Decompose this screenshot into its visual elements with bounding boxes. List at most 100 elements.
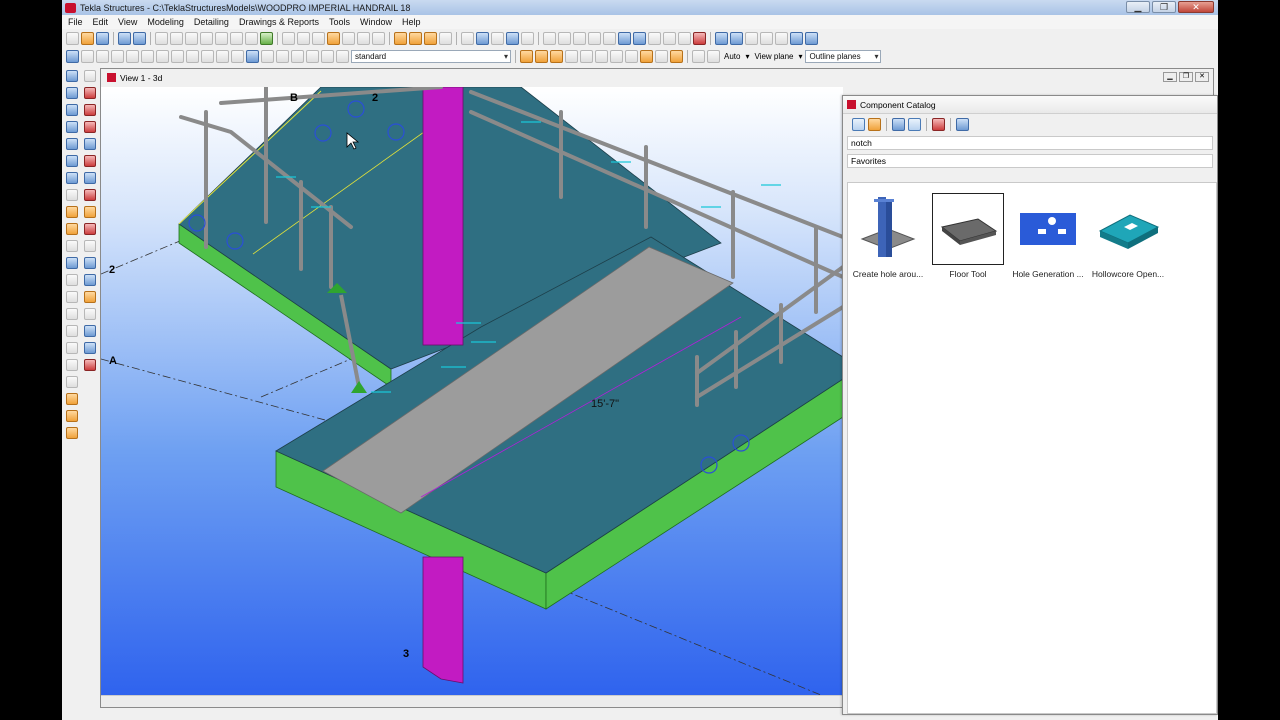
create-bent-plate-icon[interactable] [84,121,96,133]
select-welds-switch-icon[interactable] [171,50,184,63]
create-bolts-icon[interactable] [66,189,78,201]
zoom-icon[interactable] [663,32,676,45]
create-strand-icon[interactable] [66,308,78,320]
snap-override-icon[interactable] [692,50,705,63]
create-twin-profile-icon[interactable] [84,104,96,116]
select-parts-icon[interactable] [170,32,183,45]
create-phase-icon[interactable] [66,427,78,439]
measure-icon[interactable] [521,32,534,45]
menu-tools[interactable]: Tools [329,17,350,27]
select-welds-icon[interactable] [215,32,228,45]
redo-icon[interactable] [133,32,146,45]
close-button[interactable]: ✕ [1178,1,1214,13]
paste-icon[interactable] [357,32,370,45]
create-column-icon[interactable] [66,70,78,82]
pan-icon[interactable] [678,32,691,45]
create-curved-beam-icon[interactable] [84,87,96,99]
snap-grid-icon[interactable] [461,32,474,45]
create-folded-plate-icon[interactable] [66,138,78,150]
snap-depth-icon[interactable] [707,50,720,63]
menu-edit[interactable]: Edit [93,17,109,27]
snap-perpendicular-icon[interactable] [625,50,638,63]
chamfer-icon[interactable] [84,240,96,252]
plane-select[interactable]: View plane [752,52,803,61]
organizer-icon[interactable] [760,32,773,45]
create-beam-icon[interactable] [84,70,96,82]
construction-circle-icon[interactable] [603,32,616,45]
document-manager-icon[interactable] [745,32,758,45]
select-views-icon[interactable] [245,32,258,45]
create-component-icon[interactable] [66,410,78,422]
spelling-icon[interactable] [932,117,945,131]
catalog-group-field[interactable]: Favorites [847,154,1213,168]
catalog-item[interactable]: Create hole arou... [852,193,924,279]
handle-arrow[interactable] [351,381,367,393]
snap-nearest-icon[interactable] [550,50,563,63]
create-surface-treatment-icon[interactable] [66,274,78,286]
catalog-item[interactable]: Floor Tool [932,193,1004,279]
select-grid-lines-switch-icon[interactable] [156,50,169,63]
select-objects-in-assemblies-icon[interactable] [261,50,274,63]
undo-icon[interactable] [118,32,131,45]
3d-model-viewport[interactable]: 15'-7" B 2 2 A 3 [101,87,843,695]
create-orthogonal-beam-icon[interactable] [66,104,78,116]
create-rebar-icon[interactable] [84,274,96,286]
window-split-icon[interactable] [297,32,310,45]
work-plane-icon[interactable] [573,32,586,45]
select-all-icon[interactable] [155,32,168,45]
snap-any-position-icon[interactable] [655,50,668,63]
create-concrete-beam-icon[interactable] [84,172,96,184]
view-close-button[interactable]: ✕ [1195,72,1209,82]
select-pour-icon[interactable] [291,50,304,63]
clash-check-icon[interactable] [775,32,788,45]
create-rebar-splice-icon[interactable] [84,308,96,320]
copy-icon[interactable] [342,32,355,45]
create-line-cut-icon[interactable] [66,223,78,235]
maximize-button[interactable]: ❐ [1152,1,1176,13]
create-strip-footing-icon[interactable] [84,155,96,167]
select-views-switch-icon[interactable] [201,50,214,63]
snap-free-icon[interactable] [670,50,683,63]
combine-icon[interactable] [84,257,96,269]
menu-help[interactable]: Help [402,17,421,27]
menu-file[interactable]: File [68,17,83,27]
fit-part-end-icon[interactable] [66,240,78,252]
snap-reference-lines-icon[interactable] [520,50,533,63]
window-icon[interactable] [282,32,295,45]
new-model-icon[interactable] [66,32,79,45]
snap-points-icon[interactable] [491,32,504,45]
catalog-item[interactable]: Hollowcore Open... [1092,193,1164,279]
help-icon[interactable] [805,32,818,45]
create-wind-load-icon[interactable] [66,359,78,371]
macros-icon[interactable] [715,32,728,45]
report-icon[interactable] [439,32,452,45]
create-area-load-icon[interactable] [66,342,78,354]
select-points-switch-icon[interactable] [126,50,139,63]
selection-filter-select[interactable]: standard [351,50,511,63]
numbering-icon[interactable] [424,32,437,45]
catalog-item[interactable]: Hole Generation ... [1012,193,1084,279]
view-icon[interactable] [618,32,631,45]
catalog-search-input[interactable]: notch [847,136,1213,150]
create-node-icon[interactable] [66,376,78,388]
create-polygon-cut-icon[interactable] [84,223,96,235]
menu-view[interactable]: View [118,17,137,27]
select-points-icon[interactable] [200,32,213,45]
create-line-load-icon[interactable] [84,325,96,337]
move-icon[interactable] [372,32,385,45]
select-reference-switch-icon[interactable] [231,50,244,63]
select-bolts-switch-icon[interactable] [216,50,229,63]
create-polybeam-icon[interactable] [66,87,78,99]
split-icon[interactable] [66,257,78,269]
select-parts-switch-icon[interactable] [96,50,109,63]
select-cuts-switch-icon[interactable] [186,50,199,63]
list-view-icon[interactable] [892,117,905,131]
create-polygon-weld-icon[interactable] [66,206,78,218]
menu-modeling[interactable]: Modeling [147,17,184,27]
view-restore-button[interactable]: ❐ [1179,72,1193,82]
snap-end-points-icon[interactable] [565,50,578,63]
save-icon[interactable] [96,32,109,45]
select-surface-switch-icon[interactable] [111,50,124,63]
snap-ref-icon[interactable] [506,32,519,45]
create-cut-icon[interactable] [84,206,96,218]
